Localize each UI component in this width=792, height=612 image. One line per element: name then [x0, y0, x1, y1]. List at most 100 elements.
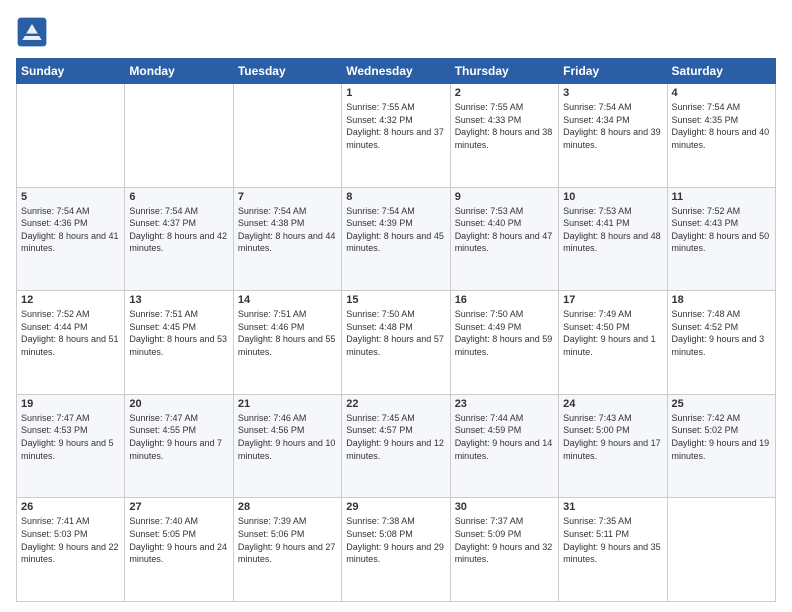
sunrise-label: Sunrise: 7:35 AM — [563, 516, 632, 526]
sunset-label: Sunset: 4:59 PM — [455, 425, 522, 435]
sunrise-label: Sunrise: 7:38 AM — [346, 516, 415, 526]
sunset-label: Sunset: 4:52 PM — [672, 322, 739, 332]
day-number: 14 — [238, 294, 337, 306]
sunrise-label: Sunrise: 7:50 AM — [346, 309, 415, 319]
cell-info: Sunrise: 7:47 AMSunset: 4:55 PMDaylight:… — [129, 412, 228, 462]
cell-info: Sunrise: 7:43 AMSunset: 5:00 PMDaylight:… — [563, 412, 662, 462]
calendar-table: SundayMondayTuesdayWednesdayThursdayFrid… — [16, 58, 776, 602]
cell-info: Sunrise: 7:53 AMSunset: 4:41 PMDaylight:… — [563, 205, 662, 255]
day-number: 26 — [21, 501, 120, 513]
daylight-label: Daylight: 9 hours and 19 minutes. — [672, 438, 770, 461]
weekday-header-monday: Monday — [125, 59, 233, 84]
day-number: 16 — [455, 294, 554, 306]
calendar-cell: 8Sunrise: 7:54 AMSunset: 4:39 PMDaylight… — [342, 187, 450, 291]
calendar-cell: 9Sunrise: 7:53 AMSunset: 4:40 PMDaylight… — [450, 187, 558, 291]
calendar-cell: 27Sunrise: 7:40 AMSunset: 5:05 PMDayligh… — [125, 498, 233, 602]
sunset-label: Sunset: 5:11 PM — [563, 529, 629, 539]
daylight-label: Daylight: 8 hours and 53 minutes. — [129, 334, 227, 357]
calendar-cell: 25Sunrise: 7:42 AMSunset: 5:02 PMDayligh… — [667, 394, 775, 498]
sunrise-label: Sunrise: 7:52 AM — [21, 309, 90, 319]
cell-info: Sunrise: 7:54 AMSunset: 4:38 PMDaylight:… — [238, 205, 337, 255]
cell-info: Sunrise: 7:53 AMSunset: 4:40 PMDaylight:… — [455, 205, 554, 255]
daylight-label: Daylight: 9 hours and 24 minutes. — [129, 542, 227, 565]
daylight-label: Daylight: 8 hours and 57 minutes. — [346, 334, 444, 357]
page: SundayMondayTuesdayWednesdayThursdayFrid… — [0, 0, 792, 612]
day-number: 6 — [129, 191, 228, 203]
daylight-label: Daylight: 9 hours and 10 minutes. — [238, 438, 336, 461]
daylight-label: Daylight: 9 hours and 3 minutes. — [672, 334, 765, 357]
calendar-cell — [17, 84, 125, 188]
cell-info: Sunrise: 7:54 AMSunset: 4:37 PMDaylight:… — [129, 205, 228, 255]
calendar-cell: 28Sunrise: 7:39 AMSunset: 5:06 PMDayligh… — [233, 498, 341, 602]
week-row-5: 26 Sunrise: 7:41 AMSunset: 5:03 PMDayligh… — [17, 498, 776, 602]
calendar-cell: 21Sunrise: 7:46 AMSunset: 4:56 PMDayligh… — [233, 394, 341, 498]
sunrise-label: Sunrise: 7:37 AM — [455, 516, 524, 526]
daylight-label: Daylight: 9 hours and 35 minutes. — [563, 542, 661, 565]
sunset-label: Sunset: 4:40 PM — [455, 218, 522, 228]
cell-info: Sunrise: 7:50 AMSunset: 4:48 PMDaylight:… — [346, 308, 445, 358]
sunrise-label: Sunrise: 7:55 AM — [346, 102, 415, 112]
calendar-cell: 4Sunrise: 7:54 AMSunset: 4:35 PMDaylight… — [667, 84, 775, 188]
calendar-cell: 20Sunrise: 7:47 AMSunset: 4:55 PMDayligh… — [125, 394, 233, 498]
calendar-cell — [125, 84, 233, 188]
cell-info: Sunrise: 7:48 AMSunset: 4:52 PMDaylight:… — [672, 308, 771, 358]
daylight-label: Daylight: 9 hours and 17 minutes. — [563, 438, 661, 461]
sunrise-label: Sunrise: 7:51 AM — [129, 309, 198, 319]
day-number: 30 — [455, 501, 554, 513]
sunset-label: Sunset: 5:02 PM — [672, 425, 739, 435]
header — [16, 16, 776, 48]
daylight-label: Daylight: 9 hours and 32 minutes. — [455, 542, 553, 565]
logo — [16, 16, 52, 48]
day-number: 1 — [346, 87, 445, 99]
day-number: 23 — [455, 398, 554, 410]
daylight-label: Daylight: 8 hours and 55 minutes. — [238, 334, 336, 357]
weekday-header-wednesday: Wednesday — [342, 59, 450, 84]
cell-info: Sunrise: 7:52 AMSunset: 4:44 PMDaylight:… — [21, 308, 120, 358]
calendar-cell: 23Sunrise: 7:44 AMSunset: 4:59 PMDayligh… — [450, 394, 558, 498]
cell-info: Sunrise: 7:55 AMSunset: 4:33 PMDaylight:… — [455, 101, 554, 151]
day-number: 24 — [563, 398, 662, 410]
daylight-label: Daylight: 9 hours and 27 minutes. — [238, 542, 336, 565]
sunrise-label: Sunrise: 7:41 AM — [21, 516, 90, 526]
daylight-label: Daylight: 8 hours and 39 minutes. — [563, 127, 661, 150]
sunset-label: Sunset: 4:41 PM — [563, 218, 630, 228]
sunset-label: Sunset: 4:55 PM — [129, 425, 196, 435]
daylight-label: Daylight: 8 hours and 40 minutes. — [672, 127, 770, 150]
daylight-label: Daylight: 8 hours and 50 minutes. — [672, 231, 770, 254]
cell-info: Sunrise: 7:51 AMSunset: 4:45 PMDaylight:… — [129, 308, 228, 358]
day-number: 18 — [672, 294, 771, 306]
sunset-label: Sunset: 4:50 PM — [563, 322, 630, 332]
cell-info: Sunrise: 7:47 AMSunset: 4:53 PMDaylight:… — [21, 412, 120, 462]
cell-info: Sunrise: 7:50 AMSunset: 4:49 PMDaylight:… — [455, 308, 554, 358]
daylight-label: Daylight: 9 hours and 29 minutes. — [346, 542, 444, 565]
week-row-2: 5Sunrise: 7:54 AMSunset: 4:36 PMDaylight… — [17, 187, 776, 291]
cell-info: Sunrise: 7:42 AMSunset: 5:02 PMDaylight:… — [672, 412, 771, 462]
day-number: 12 — [21, 294, 120, 306]
daylight-label: Daylight: 8 hours and 37 minutes. — [346, 127, 444, 150]
calendar-cell: 18 Sunrise: 7:48 AMSunset: 4:52 PMDayligh… — [667, 291, 775, 395]
sunrise-label: Sunrise: 7:54 AM — [129, 206, 198, 216]
calendar-cell: 2Sunrise: 7:55 AMSunset: 4:33 PMDaylight… — [450, 84, 558, 188]
day-number: 29 — [346, 501, 445, 513]
weekday-header-sunday: Sunday — [17, 59, 125, 84]
sunrise-label: Sunrise: 7:55 AM — [455, 102, 524, 112]
calendar-cell: 16 Sunrise: 7:50 AMSunset: 4:49 PMDayligh… — [450, 291, 558, 395]
sunrise-label: Sunrise: 7:52 AM — [672, 206, 741, 216]
sunrise-label: Sunrise: 7:51 AM — [238, 309, 307, 319]
cell-info: Sunrise: 7:39 AMSunset: 5:06 PMDaylight:… — [238, 515, 337, 565]
cell-info: Sunrise: 7:41 AMSunset: 5:03 PMDaylight:… — [21, 515, 120, 565]
calendar-cell: 3Sunrise: 7:54 AMSunset: 4:34 PMDaylight… — [559, 84, 667, 188]
cell-info: Sunrise: 7:38 AMSunset: 5:08 PMDaylight:… — [346, 515, 445, 565]
cell-info: Sunrise: 7:54 AMSunset: 4:39 PMDaylight:… — [346, 205, 445, 255]
sunrise-label: Sunrise: 7:54 AM — [21, 206, 90, 216]
sunset-label: Sunset: 5:00 PM — [563, 425, 630, 435]
calendar-cell — [233, 84, 341, 188]
sunset-label: Sunset: 4:38 PM — [238, 218, 305, 228]
day-number: 21 — [238, 398, 337, 410]
sunrise-label: Sunrise: 7:39 AM — [238, 516, 307, 526]
cell-info: Sunrise: 7:54 AMSunset: 4:34 PMDaylight:… — [563, 101, 662, 151]
daylight-label: Daylight: 8 hours and 47 minutes. — [455, 231, 553, 254]
day-number: 7 — [238, 191, 337, 203]
weekday-header-row: SundayMondayTuesdayWednesdayThursdayFrid… — [17, 59, 776, 84]
calendar-cell: 22Sunrise: 7:45 AMSunset: 4:57 PMDayligh… — [342, 394, 450, 498]
